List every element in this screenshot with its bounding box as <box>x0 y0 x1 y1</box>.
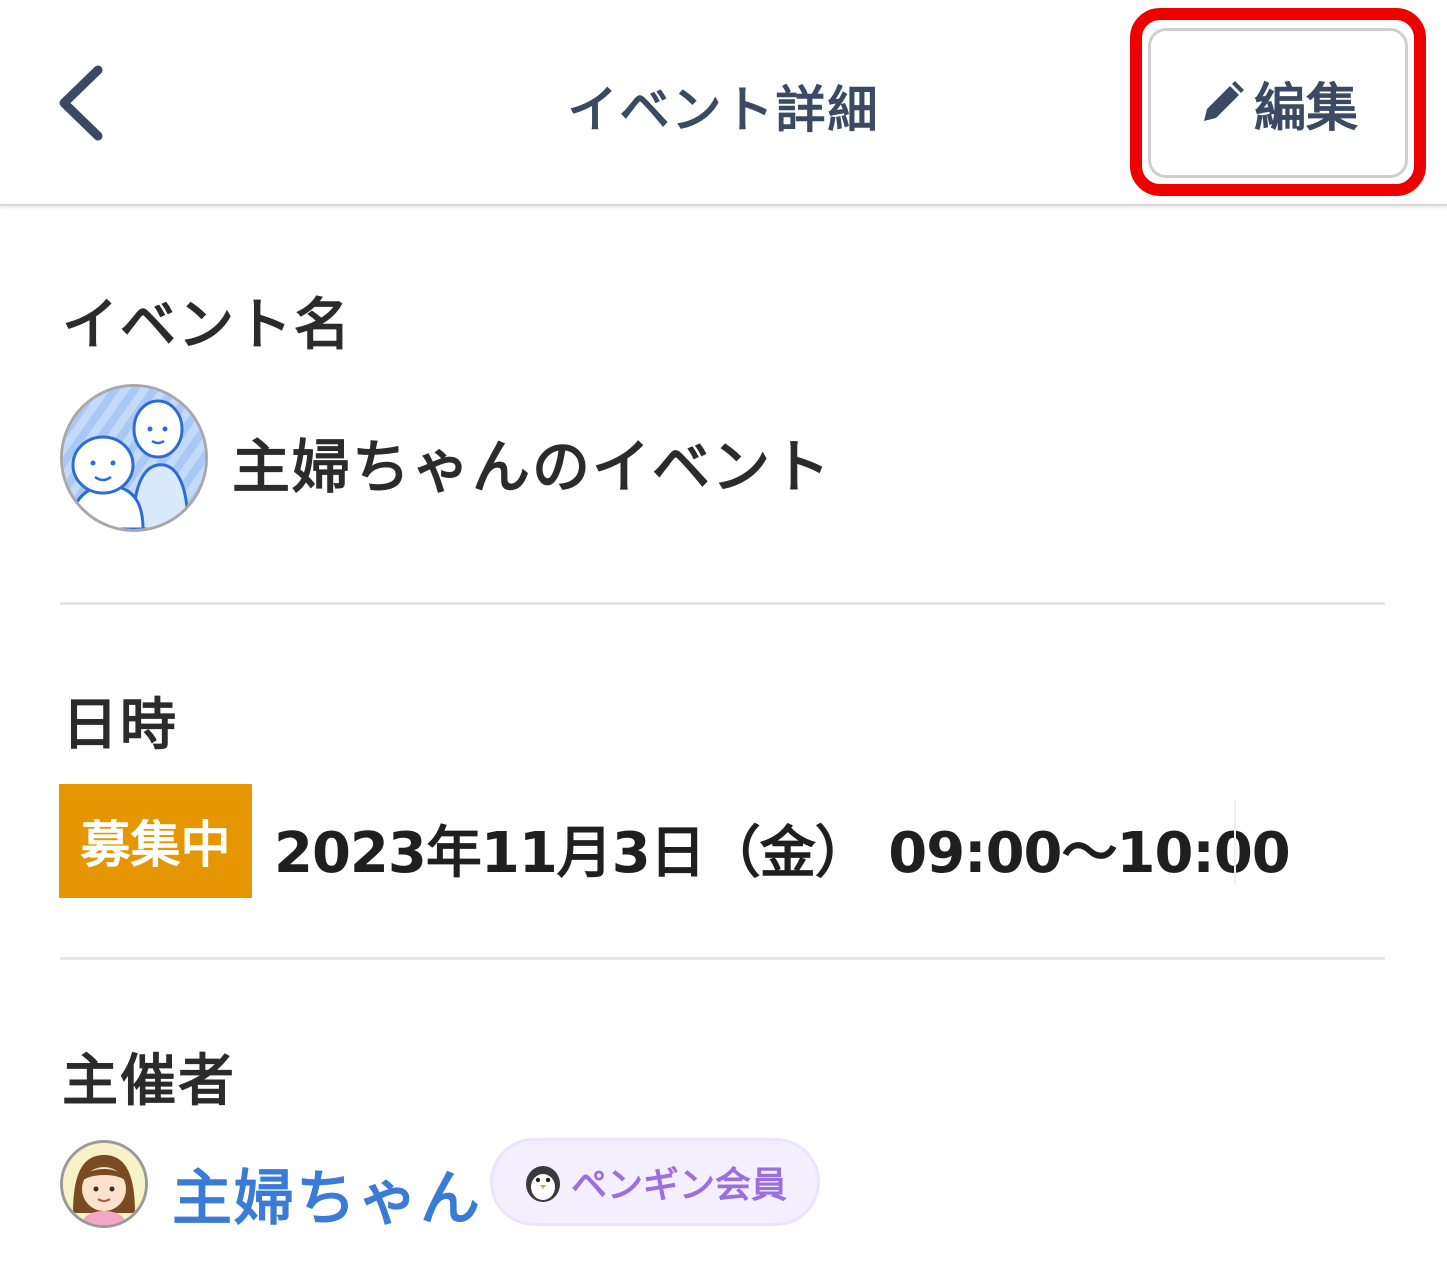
membership-label: ペンギン会員 <box>571 1165 788 1206</box>
datetime-separator <box>1234 800 1236 884</box>
edit-button-label: 編集 <box>1253 78 1358 139</box>
divider <box>60 602 1385 605</box>
edit-button[interactable]: 編集 <box>1148 28 1408 178</box>
membership-badge: ペンギン会員 <box>490 1138 820 1226</box>
event-name-value: 主婦ちゃんのイベント <box>232 433 833 501</box>
datetime-value: 2023年11月3日（金） 09:00〜10:00 <box>274 821 1291 886</box>
divider <box>60 957 1385 960</box>
event-name-label: イベント名 <box>62 293 352 358</box>
app-header: イベント詳細 編集 <box>0 0 1447 206</box>
organizer-avatar[interactable] <box>60 1140 148 1228</box>
datetime-label: 日時 <box>62 693 178 758</box>
status-badge: 募集中 <box>59 784 252 898</box>
organizer-name-link[interactable]: 主婦ちゃん <box>172 1150 482 1237</box>
organizer-label: 主催者 <box>62 1049 236 1114</box>
penguin-icon <box>526 1166 560 1202</box>
event-avatar <box>60 384 208 532</box>
pencil-icon <box>1203 81 1244 121</box>
